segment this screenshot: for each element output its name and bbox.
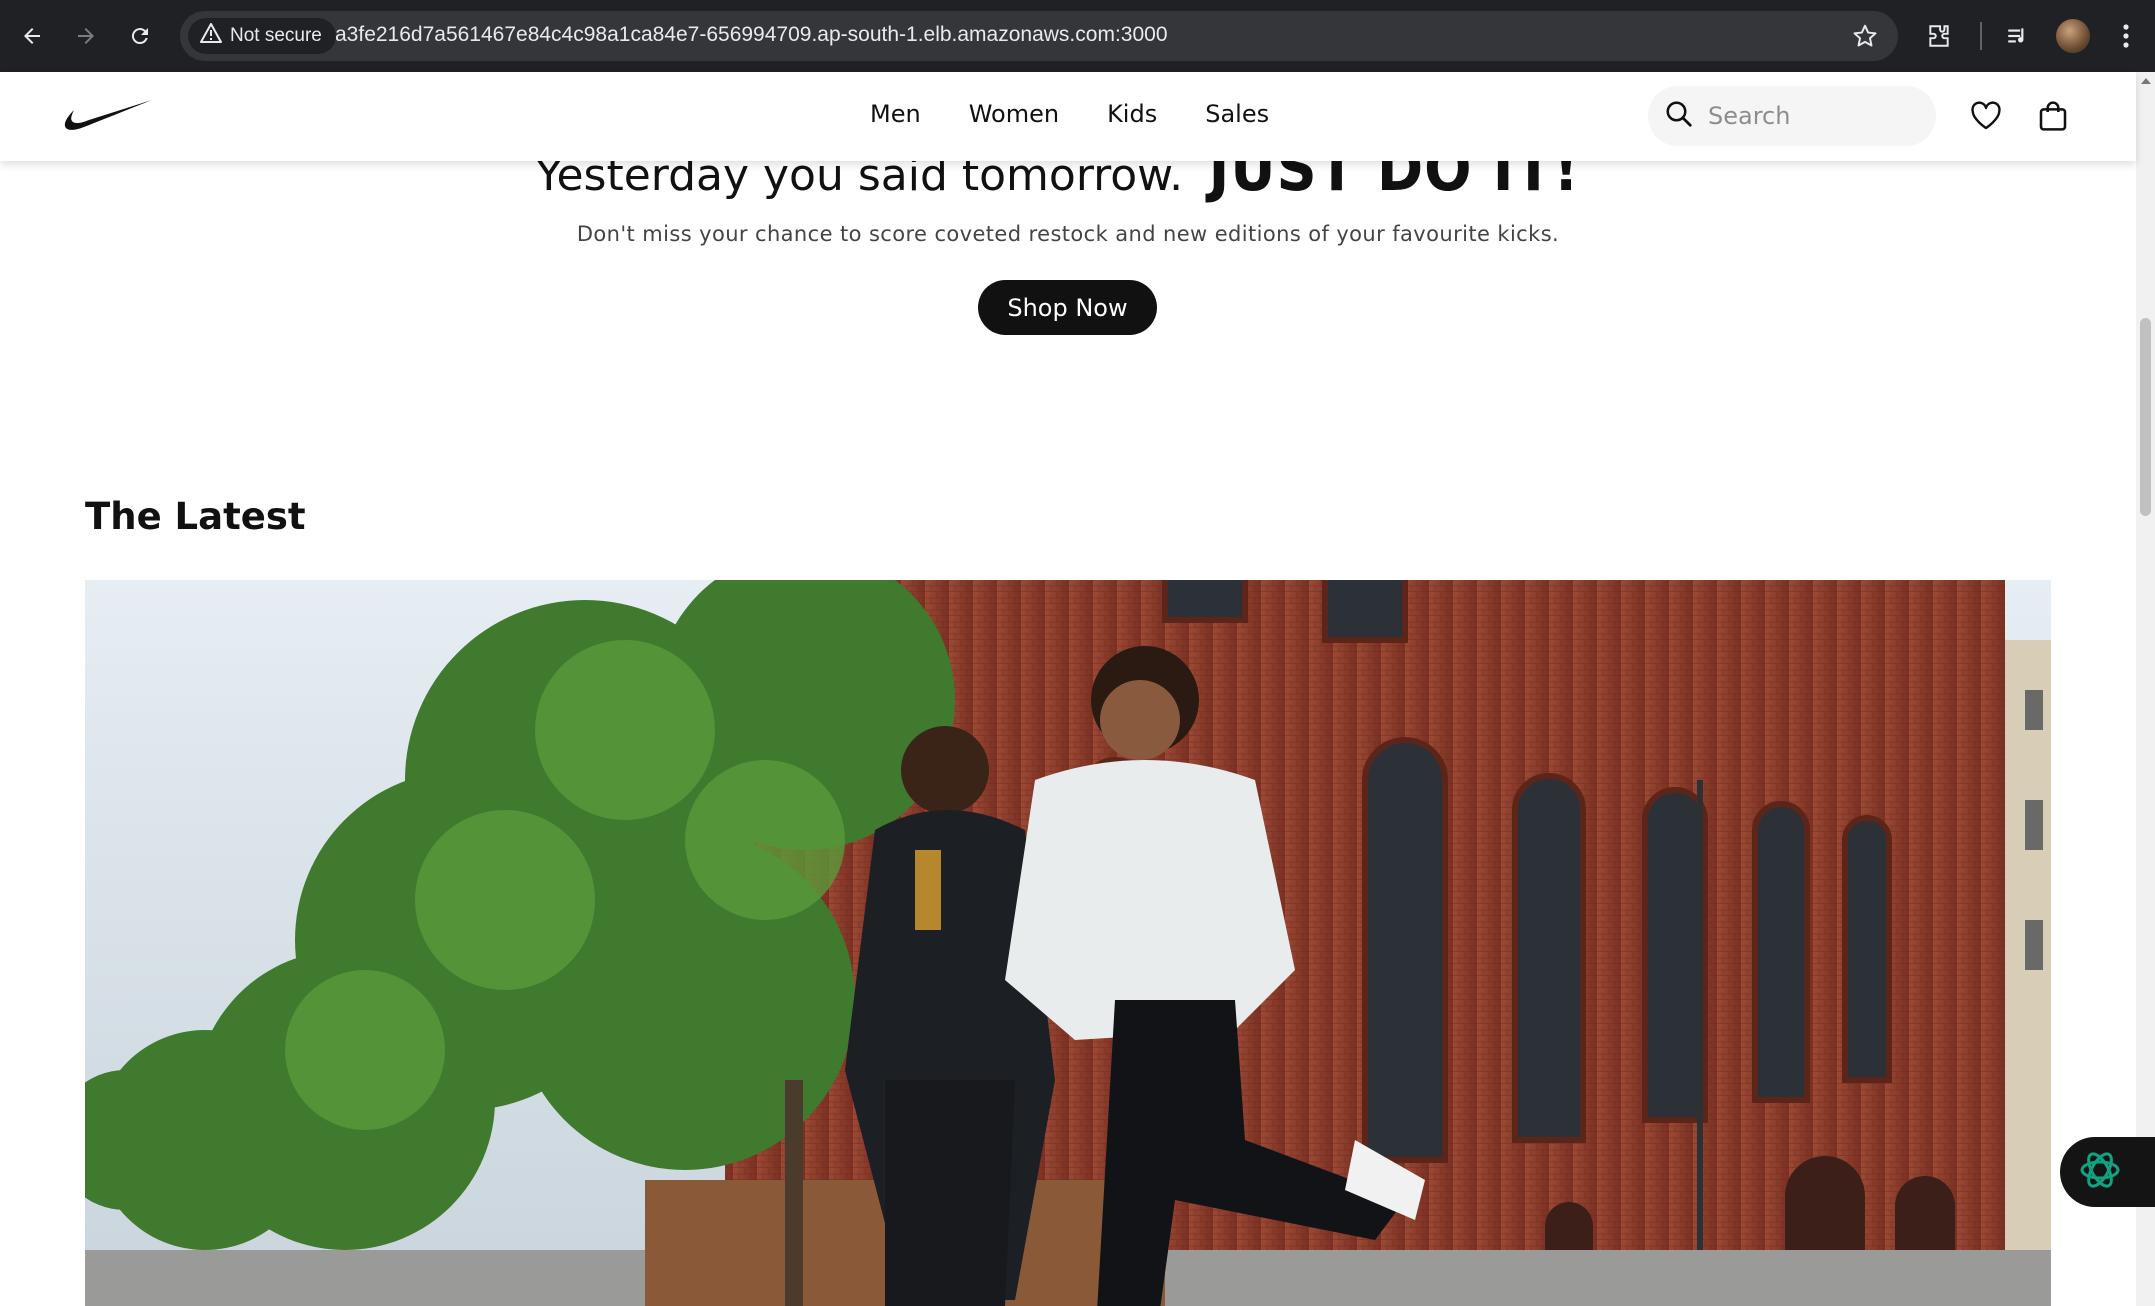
star-icon[interactable] xyxy=(1852,23,1878,53)
page-scrollbar[interactable] xyxy=(2136,72,2155,1306)
hero-subtitle: Don't miss your chance to score coveted … xyxy=(576,222,1560,246)
search-input[interactable] xyxy=(1708,102,1908,130)
security-chip[interactable]: Not secure xyxy=(188,18,336,54)
shop-now-button[interactable]: Shop Now xyxy=(978,280,1157,335)
toolbar-divider xyxy=(1980,22,1982,50)
profile-avatar[interactable] xyxy=(2056,19,2090,53)
nav-item-women[interactable]: Women xyxy=(969,100,1059,128)
extensions-icon[interactable] xyxy=(1921,18,1957,54)
bag-icon[interactable] xyxy=(2033,96,2073,136)
scrollbar-thumb[interactable] xyxy=(2140,318,2151,516)
nike-logo[interactable] xyxy=(64,98,154,136)
main-nav: Men Women Kids Sales xyxy=(870,100,1269,128)
latest-feature-image[interactable] xyxy=(85,580,2051,1306)
assistant-launcher[interactable] xyxy=(2060,1137,2155,1207)
back-icon[interactable] xyxy=(14,18,50,54)
browser-toolbar: Not secure a3fe216d7a561467e84c4c98a1ca8… xyxy=(0,0,2155,72)
security-label: Not secure xyxy=(230,25,322,46)
menu-icon[interactable] xyxy=(2108,18,2144,54)
address-bar[interactable]: Not secure a3fe216d7a561467e84c4c98a1ca8… xyxy=(180,11,1898,61)
nav-item-men[interactable]: Men xyxy=(870,100,921,128)
scroll-up-icon[interactable] xyxy=(2141,78,2151,84)
search-box[interactable] xyxy=(1648,86,1936,146)
latest-heading: The Latest xyxy=(85,495,306,538)
reload-icon[interactable] xyxy=(122,18,158,54)
nav-item-sales[interactable]: Sales xyxy=(1205,100,1269,128)
assistant-icon xyxy=(2076,1146,2124,1198)
search-icon[interactable] xyxy=(1664,99,1694,133)
media-icon[interactable] xyxy=(2000,18,2036,54)
nav-item-kids[interactable]: Kids xyxy=(1107,100,1157,128)
warning-icon xyxy=(200,23,222,49)
forward-icon[interactable] xyxy=(68,18,104,54)
site-header: Men Women Kids Sales xyxy=(0,72,2136,161)
url-text[interactable]: a3fe216d7a561467e84c4c98a1ca84e7-6569947… xyxy=(335,23,1168,47)
heart-icon[interactable] xyxy=(1966,96,2006,136)
